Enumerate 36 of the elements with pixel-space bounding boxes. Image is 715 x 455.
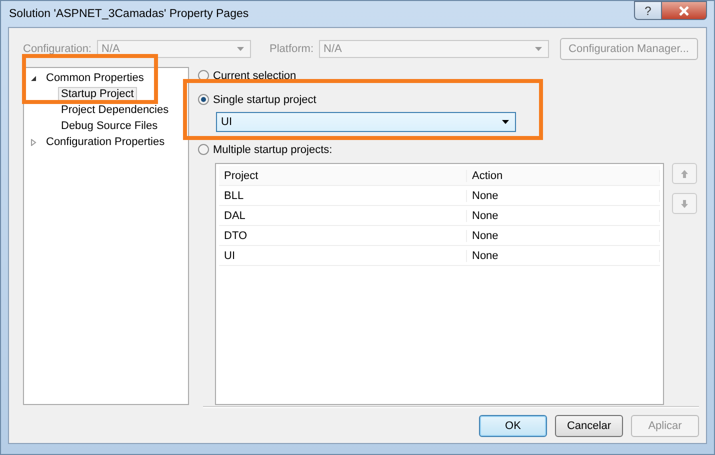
table-cell: BLL xyxy=(219,190,467,202)
collapse-icon[interactable] xyxy=(30,74,37,82)
table-cell: DAL xyxy=(219,210,467,222)
tree-item[interactable]: Common Properties xyxy=(43,71,147,85)
field-label: Platform: xyxy=(270,43,314,55)
table-cell: None xyxy=(467,230,660,242)
caret-icon xyxy=(534,47,542,51)
caret-icon xyxy=(502,120,509,124)
up-arrow-icon xyxy=(681,170,688,178)
option-label: Multiple startup projects: xyxy=(213,144,332,156)
option-label: Single startup project xyxy=(213,94,316,106)
radio-button[interactable] xyxy=(198,94,209,105)
dialog-button[interactable]: Cancelar xyxy=(555,415,623,437)
column-header: Action xyxy=(467,170,660,182)
field-label: Configuration: xyxy=(23,43,92,55)
close-icon xyxy=(679,6,689,16)
expand-icon[interactable] xyxy=(30,138,37,146)
close-button[interactable] xyxy=(662,1,707,20)
window-title: Solution 'ASPNET_3Camadas' Property Pages xyxy=(8,8,249,20)
table-cell: DTO xyxy=(219,230,467,242)
table-cell: None xyxy=(467,210,660,222)
column-header: Project xyxy=(219,170,467,182)
caret-icon xyxy=(236,47,244,51)
table-cell: None xyxy=(467,190,660,202)
tree-item[interactable]: Debug Source Files xyxy=(58,119,161,133)
help-button[interactable]: ? xyxy=(634,1,662,20)
project-dropdown[interactable]: UI xyxy=(216,112,516,132)
radio-button[interactable] xyxy=(198,144,209,155)
table-cell: None xyxy=(467,250,660,262)
tree-item[interactable]: Project Dependencies xyxy=(58,103,172,117)
down-arrow-icon xyxy=(681,200,688,208)
table-cell: UI xyxy=(219,250,467,262)
option-label: Current selection xyxy=(213,70,296,82)
dialog-button[interactable]: OK xyxy=(479,415,547,437)
tree-item[interactable]: Configuration Properties xyxy=(43,135,168,149)
tree-item[interactable]: Startup Project xyxy=(58,87,137,101)
